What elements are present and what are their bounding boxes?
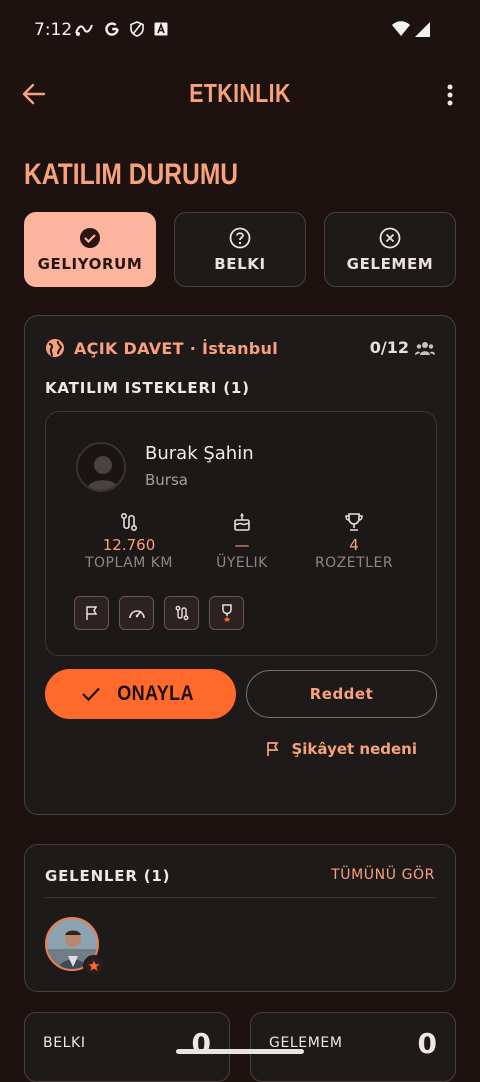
speedometer-badge-icon[interactable] [119, 596, 154, 630]
rsvp-not-going-button[interactable]: GELEMEM [324, 212, 456, 287]
gesture-icon [75, 24, 93, 36]
x-circle-icon [379, 227, 401, 249]
not-going-summary-card[interactable]: GELEMEM 0 [250, 1012, 456, 1082]
rsvp-going-button[interactable]: GELIYORUM [24, 212, 156, 287]
stat-badges: 4 ROZETLER [299, 512, 409, 571]
divider [45, 897, 435, 898]
group-icon [415, 341, 435, 355]
attendees-title: GELENLER (1) [45, 867, 171, 885]
globe-icon [46, 339, 64, 357]
event-card: AÇIK DAVET · İstanbul 0/12 KATILIM ISTEK… [24, 315, 456, 815]
rsvp-not-going-label: GELEMEM [346, 255, 434, 273]
not-going-summary-count: 0 [417, 1027, 437, 1060]
requests-title: KATILIM ISTEKLERI (1) [45, 379, 250, 397]
invite-label: AÇIK DAVET · İstanbul [74, 338, 279, 358]
badge-list [74, 596, 244, 630]
maybe-summary-count: 0 [191, 1027, 211, 1060]
avatar[interactable] [76, 442, 126, 492]
shield-icon [130, 21, 144, 37]
reject-button[interactable]: Reddet [246, 670, 437, 718]
check-icon [82, 687, 100, 702]
cake-icon [234, 513, 250, 531]
see-all-link[interactable]: TÜMÜNÜ GÖR [331, 867, 435, 883]
check-circle-icon [80, 228, 100, 248]
status-time: 7:12 [34, 20, 73, 40]
more-options-icon[interactable] [442, 82, 458, 110]
rsvp-maybe-label: BELKI [214, 255, 266, 273]
app-bar: ETKINLIK [0, 60, 480, 128]
maybe-summary-label: BELKI [43, 1035, 86, 1051]
reject-label: Reddet [309, 685, 374, 703]
wifi-icon [392, 21, 410, 36]
flag-badge-icon[interactable] [74, 596, 109, 630]
requester-city: Bursa [145, 471, 188, 489]
star-icon [83, 955, 105, 977]
route-icon [120, 512, 138, 532]
gesture-handle[interactable] [176, 1049, 304, 1054]
rsvp-maybe-button[interactable]: BELKI [174, 212, 306, 287]
report-link[interactable]: Şikâyet nedeni [265, 740, 417, 758]
page-title: ETKINLIK [189, 78, 291, 108]
flag-icon [267, 742, 279, 756]
approve-label: ONAYLA [117, 682, 194, 705]
attendees-card: GELENLER (1) TÜMÜNÜ GÖR [24, 844, 456, 992]
google-icon [105, 22, 119, 36]
rsvp-section-title: KATILIM DURUMU [24, 158, 239, 191]
approve-button[interactable]: ONAYLA [45, 669, 236, 719]
requester-name: Burak Şahin [145, 443, 254, 464]
invite-info: AÇIK DAVET · İstanbul [45, 338, 278, 358]
route-badge-icon[interactable] [164, 596, 199, 630]
report-label: Şikâyet nedeni [291, 740, 417, 758]
stat-membership: — ÜYELIK [187, 512, 297, 571]
accessibility-icon [154, 22, 168, 36]
stat-total-km: 12.760 TOPLAM KM [74, 512, 184, 571]
medal-badge-icon[interactable] [209, 596, 244, 630]
maybe-summary-card[interactable]: BELKI 0 [24, 1012, 230, 1082]
join-request-card: Burak Şahin Bursa 12.760 TOPLAM KM — ÜYE… [45, 411, 437, 656]
participant-count: 0/12 [370, 338, 435, 357]
status-bar: 7:12 [0, 0, 480, 60]
rsvp-going-label: GELIYORUM [37, 255, 143, 273]
signal-icon [415, 22, 430, 37]
trophy-icon [345, 513, 363, 531]
question-circle-icon [229, 227, 251, 249]
